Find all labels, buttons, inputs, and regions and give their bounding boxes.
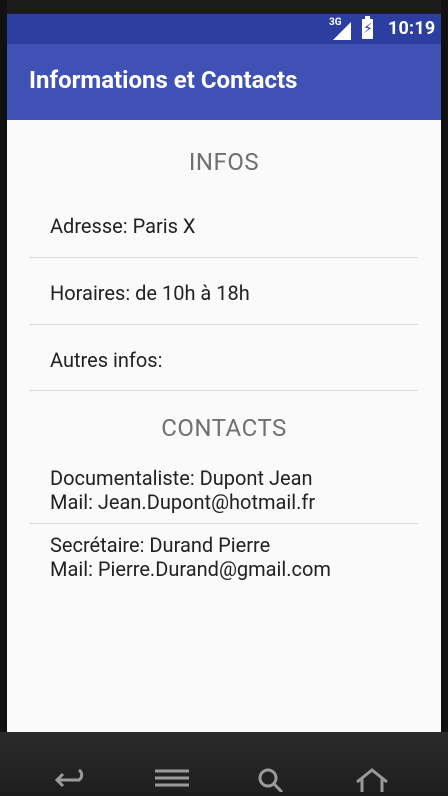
main-content[interactable]: INFOS Adresse: Paris X Horaires: de 10h … [7, 120, 441, 732]
status-bar: 3G ⚡ 10:19 [7, 14, 441, 44]
divider [29, 257, 418, 258]
menu-icon[interactable] [155, 768, 189, 792]
contact-role-name: Secrétaire: Durand Pierre [50, 533, 271, 557]
info-item-hours[interactable]: Horaires: de 10h à 18h [50, 281, 250, 305]
divider [29, 523, 418, 524]
info-item-other[interactable]: Autres infos: [50, 348, 162, 372]
contact-item[interactable]: Documentaliste: Dupont Jean Mail: Jean.D… [50, 466, 315, 514]
status-time: 10:19 [388, 18, 436, 39]
contact-role-name: Documentaliste: Dupont Jean [50, 466, 313, 490]
contact-item[interactable]: Secrétaire: Durand Pierre Mail: Pierre.D… [50, 533, 331, 581]
search-icon[interactable] [256, 768, 290, 794]
device-frame-left [0, 0, 7, 795]
divider [29, 390, 418, 391]
contact-mail: Mail: Jean.Dupont@hotmail.fr [50, 490, 316, 514]
signal-icon [333, 22, 351, 40]
contact-mail: Mail: Pierre.Durand@gmail.com [50, 557, 331, 581]
navigation-bar [0, 732, 448, 795]
contacts-heading: CONTACTS [161, 414, 287, 442]
divider [29, 324, 418, 325]
info-item-address[interactable]: Adresse: Paris X [50, 214, 195, 238]
infos-heading: INFOS [188, 148, 260, 176]
home-icon[interactable] [355, 768, 389, 792]
app-bar: Informations et Contacts [7, 44, 441, 120]
battery-icon: ⚡ [362, 16, 373, 39]
app-title: Informations et Contacts [29, 66, 298, 94]
back-icon[interactable] [53, 768, 87, 792]
device-frame-right [441, 0, 448, 795]
